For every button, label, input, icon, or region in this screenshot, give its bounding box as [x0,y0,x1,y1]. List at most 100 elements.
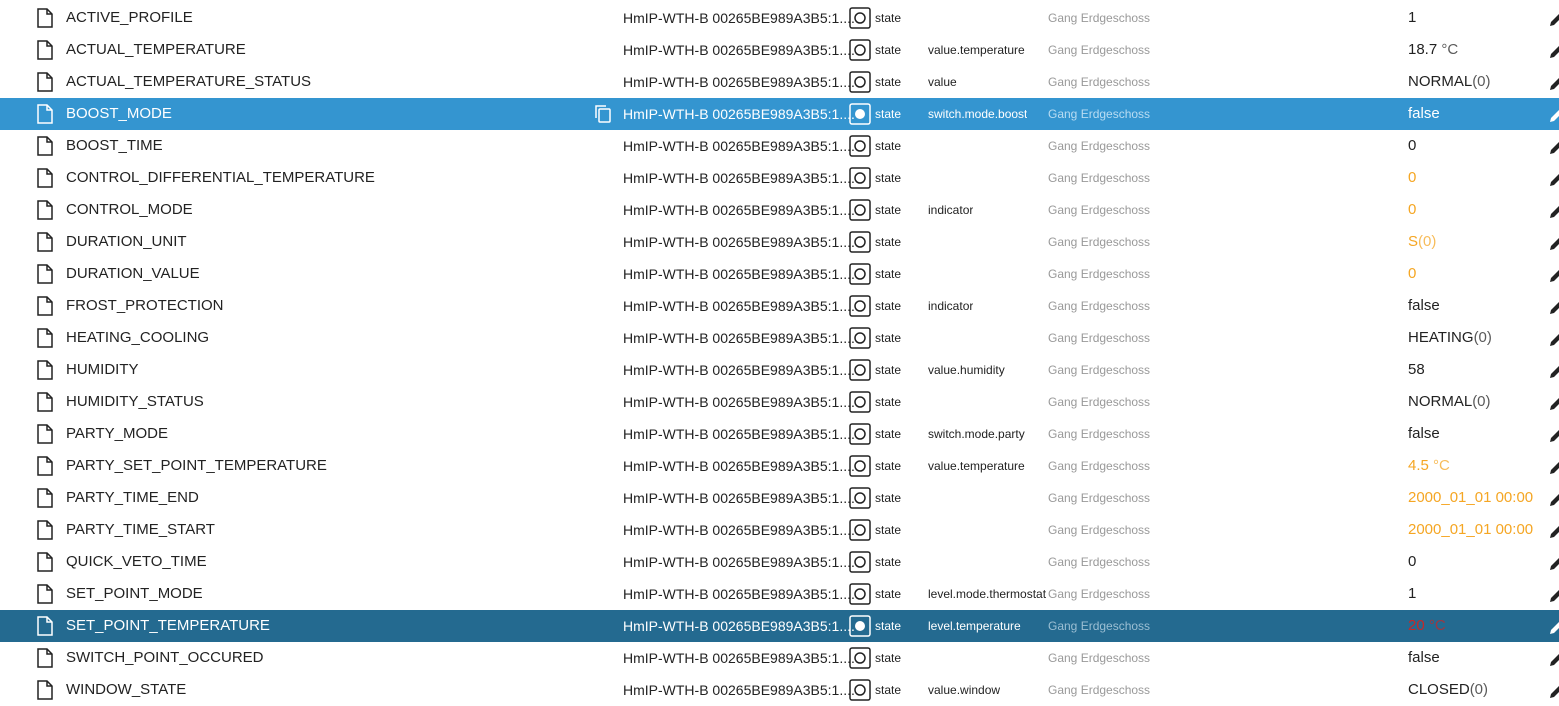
object-row[interactable]: PARTY_TIME_END HmIP-WTH-B 00265BE989A3B5:… [0,482,1559,514]
object-value[interactable]: 20 °C [1408,610,1446,642]
state-circle-icon[interactable] [849,551,871,573]
object-type: state [875,459,902,473]
object-value[interactable]: 0 [1408,162,1416,194]
state-circle-icon[interactable] [849,455,871,477]
object-value[interactable]: 2000_01_01 00:00 [1408,514,1533,546]
object-row[interactable]: QUICK_VETO_TIME HmIP-WTH-B 00265BE989A3B5… [0,546,1559,578]
object-value[interactable]: NORMAL(0) [1408,386,1491,418]
object-room: Gang Erdgeschoss [1048,459,1151,473]
pencil-icon[interactable] [1548,556,1559,572]
object-room: Gang Erdgeschoss [1048,683,1151,697]
pencil-icon[interactable] [1548,620,1559,636]
pencil-icon[interactable] [1548,492,1559,508]
state-circle-icon[interactable] [849,7,871,29]
object-value[interactable]: 4.5 °C [1408,450,1450,482]
state-circle-icon[interactable] [849,263,871,285]
object-value[interactable]: false [1408,418,1440,450]
pencil-icon[interactable] [1548,108,1559,124]
object-row[interactable]: CONTROL_MODE HmIP-WTH-B 00265BE989A3B5:1.… [0,194,1559,226]
object-room: Gang Erdgeschoss [1048,587,1151,601]
state-circle-icon[interactable] [849,295,871,317]
state-circle-icon[interactable] [849,519,871,541]
object-value[interactable]: false [1408,98,1440,130]
object-row[interactable]: SWITCH_POINT_OCCURED HmIP-WTH-B 00265BE98… [0,642,1559,674]
state-circle-icon[interactable] [849,135,871,157]
pencil-icon[interactable] [1548,172,1559,188]
object-row[interactable]: PARTY_MODE HmIP-WTH-B 00265BE989A3B5:1...… [0,418,1559,450]
state-circle-icon[interactable] [849,39,871,61]
object-value[interactable]: false [1408,290,1440,322]
object-name: CONTROL_DIFFERENTIAL_TEMPERATURE [66,169,375,186]
object-row[interactable]: ACTIVE_PROFILE HmIP-WTH-B 00265BE989A3B5:… [0,2,1559,34]
pencil-icon[interactable] [1548,524,1559,540]
object-value[interactable]: S(0) [1408,226,1436,258]
object-row[interactable]: SET_POINT_TEMPERATURE HmIP-WTH-B 00265BE9… [0,610,1559,642]
state-circle-icon[interactable] [849,327,871,349]
object-value[interactable]: 0 [1408,546,1416,578]
value-text: 1 [1408,9,1417,26]
pencil-icon[interactable] [1548,396,1559,412]
object-value[interactable]: 58 [1408,354,1425,386]
object-value[interactable]: 1 [1408,578,1416,610]
state-circle-icon[interactable] [849,487,871,509]
object-row[interactable]: CONTROL_DIFFERENTIAL_TEMPERATURE HmIP-WTH… [0,162,1559,194]
pencil-icon[interactable] [1548,652,1559,668]
state-circle-icon[interactable] [849,647,871,669]
state-circle-icon[interactable] [849,679,871,701]
object-row[interactable]: SET_POINT_MODE HmIP-WTH-B 00265BE989A3B5:… [0,578,1559,610]
pencil-icon[interactable] [1548,332,1559,348]
pencil-icon[interactable] [1548,236,1559,252]
pencil-icon[interactable] [1548,12,1559,28]
state-circle-icon[interactable] [849,359,871,381]
object-row[interactable]: BOOST_TIME HmIP-WTH-B 00265BE989A3B5:1...… [0,130,1559,162]
object-row[interactable]: WINDOW_STATE HmIP-WTH-B 00265BE989A3B5:1.… [0,674,1559,706]
object-value[interactable]: 18.7 °C [1408,34,1458,66]
object-row[interactable]: HUMIDITY_STATUS HmIP-WTH-B 00265BE989A3B5… [0,386,1559,418]
object-row[interactable]: PARTY_SET_POINT_TEMPERATURE HmIP-WTH-B 00… [0,450,1559,482]
object-row[interactable]: ACTUAL_TEMPERATURE_STATUS HmIP-WTH-B 0026… [0,66,1559,98]
state-circle-icon[interactable] [849,615,871,637]
object-row[interactable]: ACTUAL_TEMPERATURE HmIP-WTH-B 00265BE989A… [0,34,1559,66]
pencil-icon[interactable] [1548,684,1559,700]
pencil-icon[interactable] [1548,204,1559,220]
state-circle-icon[interactable] [849,423,871,445]
pencil-icon[interactable] [1548,588,1559,604]
object-value[interactable]: false [1408,642,1440,674]
device-name: HmIP-WTH-B 00265BE989A3B5:1.... [623,522,855,538]
pencil-icon[interactable] [1548,140,1559,156]
pencil-icon[interactable] [1548,44,1559,60]
pencil-icon[interactable] [1548,460,1559,476]
state-circle-icon[interactable] [849,231,871,253]
pencil-icon[interactable] [1548,428,1559,444]
object-type: state [875,139,902,153]
value-text: 4.5 [1408,457,1429,474]
state-circle-icon[interactable] [849,167,871,189]
pencil-icon[interactable] [1548,76,1559,92]
object-value[interactable]: CLOSED(0) [1408,674,1488,706]
object-value[interactable]: 2000_01_01 00:00 [1408,482,1533,514]
object-row[interactable]: DURATION_VALUE HmIP-WTH-B 00265BE989A3B5:… [0,258,1559,290]
object-row[interactable]: FROST_PROTECTION HmIP-WTH-B 00265BE989A3B… [0,290,1559,322]
object-value[interactable]: 0 [1408,258,1416,290]
object-row[interactable]: HUMIDITY HmIP-WTH-B 00265BE989A3B5:1.... s… [0,354,1559,386]
object-row[interactable]: PARTY_TIME_START HmIP-WTH-B 00265BE989A3B… [0,514,1559,546]
pencil-icon[interactable] [1548,364,1559,380]
pencil-icon[interactable] [1548,300,1559,316]
device-name: HmIP-WTH-B 00265BE989A3B5:1.... [623,618,855,634]
object-row[interactable]: HEATING_COOLING HmIP-WTH-B 00265BE989A3B5… [0,322,1559,354]
object-value[interactable]: NORMAL(0) [1408,66,1491,98]
object-value[interactable]: 1 [1408,2,1416,34]
object-value[interactable]: HEATING(0) [1408,322,1492,354]
state-circle-icon[interactable] [849,199,871,221]
pencil-icon[interactable] [1548,268,1559,284]
object-row[interactable]: DURATION_UNIT HmIP-WTH-B 00265BE989A3B5:1… [0,226,1559,258]
device-name: HmIP-WTH-B 00265BE989A3B5:1.... [623,650,855,666]
state-circle-icon[interactable] [849,391,871,413]
state-circle-icon[interactable] [849,71,871,93]
object-value[interactable]: 0 [1408,194,1416,226]
copy-icon[interactable] [593,104,613,124]
state-circle-icon[interactable] [849,103,871,125]
object-row[interactable]: BOOST_MODE HmIP-WTH-B 00265BE989A3B5:1...… [0,98,1559,130]
object-value[interactable]: 0 [1408,130,1416,162]
state-circle-icon[interactable] [849,583,871,605]
